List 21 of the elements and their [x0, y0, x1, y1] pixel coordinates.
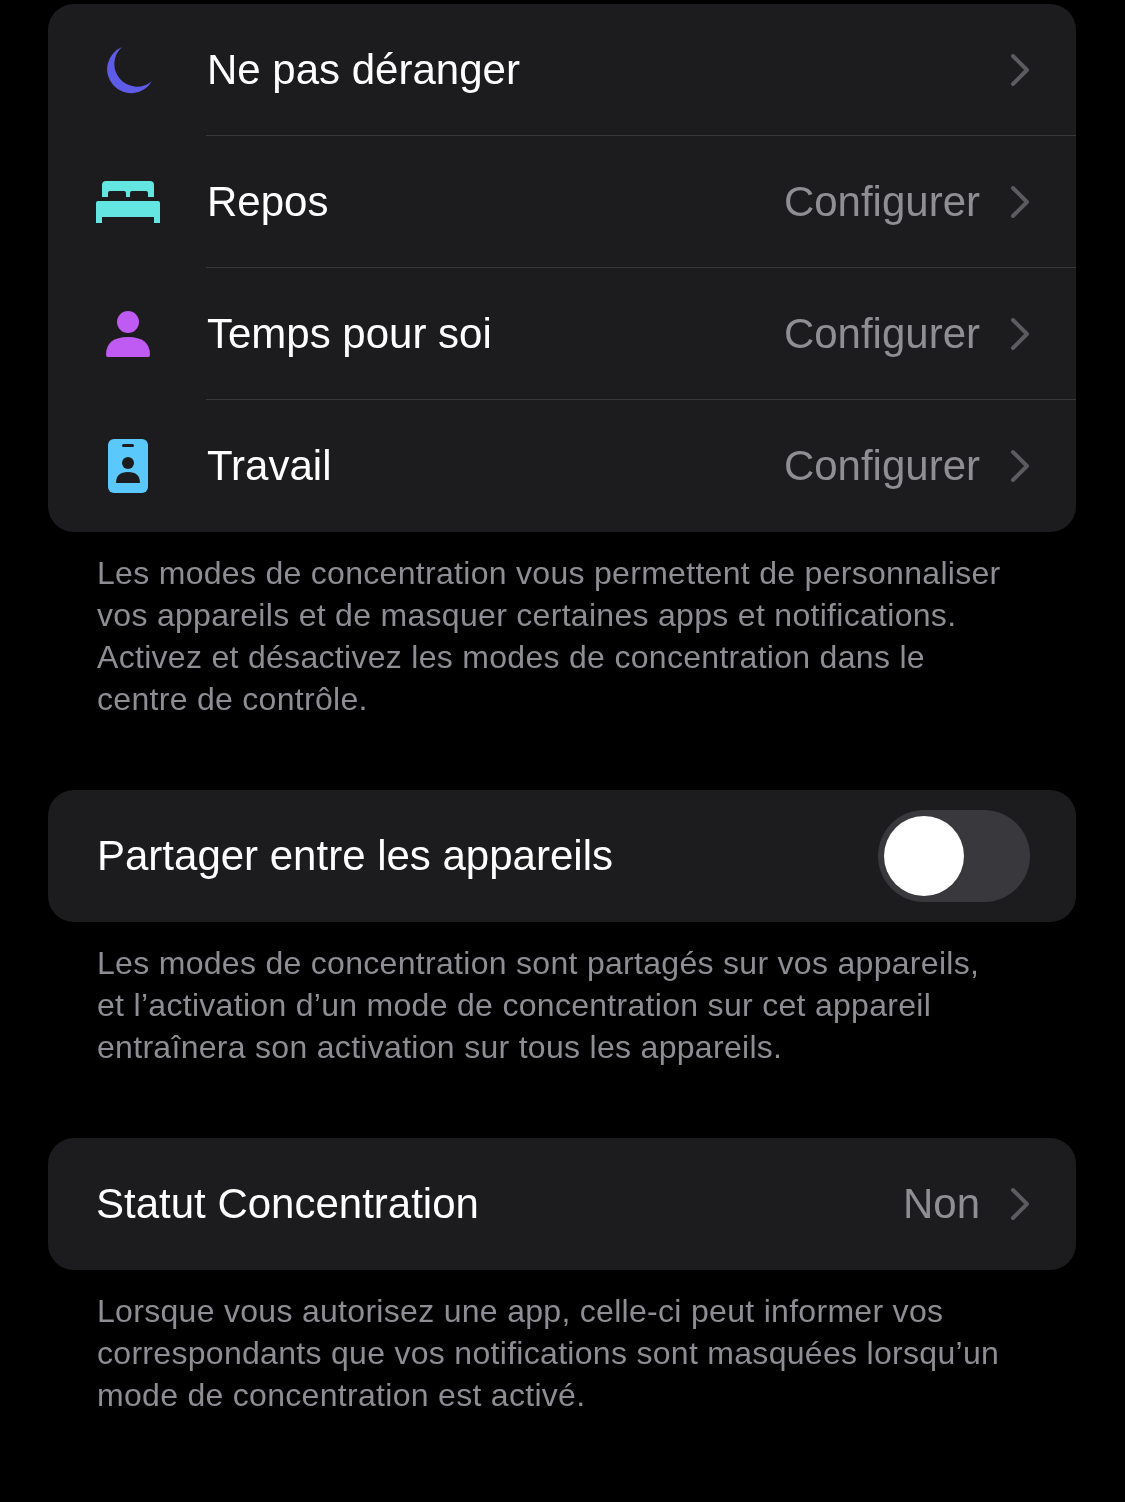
focus-status-value: Non — [902, 1180, 980, 1228]
focus-modes-footnote: Les modes de concentration vous permettent de personnaliser vos appareils et de masquer certaines apps et notifications. Activez et désactivez les modes de concentration dans le centre de contrôle. — [97, 554, 1002, 719]
focus-status-label[interactable]: Statut Concentration — [96, 1180, 903, 1228]
bed-icon — [96, 181, 160, 223]
focus-mode-label[interactable]: Ne pas déranger — [207, 46, 1010, 94]
person-icon — [106, 311, 150, 357]
focus-mode-value: Configurer — [783, 442, 980, 490]
chevron-icon — [1010, 53, 1030, 87]
id-badge-icon — [108, 439, 148, 493]
focus-status-footnote: Lorsque vous autorisez une app, celle-ci peut informer vos correspondants que vos notifications sont masquées lorsqu’un mode de concentration est activé. — [97, 1292, 1001, 1415]
focus-mode-value: Configurer — [783, 310, 980, 358]
chevron-icon — [1010, 317, 1030, 351]
share-label: Partager entre les appareils — [97, 832, 614, 880]
chevron-icon — [1010, 185, 1030, 219]
focus-mode-label[interactable]: Repos — [207, 178, 784, 226]
focus-mode-value: Configurer — [783, 178, 980, 226]
focus-mode-label[interactable]: Travail — [207, 442, 784, 490]
chevron-icon — [1010, 449, 1030, 483]
chevron-icon — [1010, 1187, 1030, 1221]
share-footnote: Les modes de concentration sont partagés sur vos appareils, et l’activation d’un mode de concentration sur cet appareil entraînera son activation sur tous les appareils. — [97, 944, 981, 1067]
focus-mode-label[interactable]: Temps pour soi — [207, 310, 784, 358]
